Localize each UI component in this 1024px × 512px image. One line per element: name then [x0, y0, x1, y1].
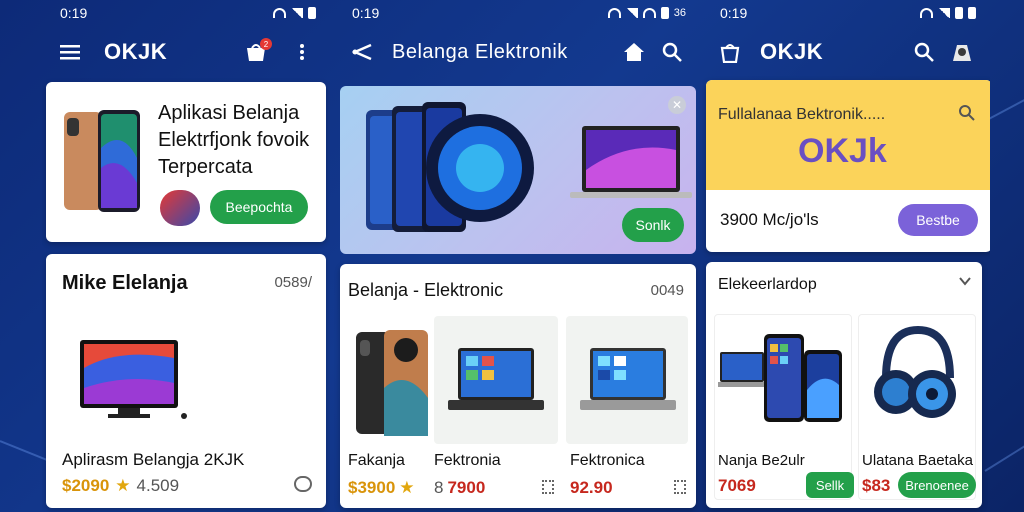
status-time: 0:19 [60, 5, 88, 21]
product-name: Aplirasm Belangja 2KJK [62, 450, 245, 469]
laptop-image [448, 348, 544, 410]
grid-icon[interactable] [542, 480, 554, 494]
signal-icon [938, 8, 950, 18]
banner-button[interactable]: Sonlk [622, 208, 684, 242]
notification-badge: 2 [260, 38, 272, 50]
promo-button[interactable]: Bestbe [898, 204, 978, 236]
search-banner-card: Fullalanaa Bektronik..... OKJk 3900 Mc/j… [706, 80, 990, 252]
app-bar: OKJK [702, 26, 990, 78]
status-icons [273, 7, 316, 19]
search-icon[interactable] [958, 104, 976, 127]
promo-text: 3900 Mc/jo'ls [720, 210, 819, 229]
phone-screen-3: 0:19 OKJK Fullalanaa Bektronik..... OKJk [702, 0, 990, 512]
product-section-card: Mike Elelanja 0589/ Aplirasm Belangja 2K… [46, 254, 326, 508]
phone-screen-2: 0:19 36 Belanga Elektronik ✕ Sonlk Belan… [334, 0, 700, 512]
search-icon[interactable] [658, 38, 686, 66]
rating-value: 8 [434, 478, 444, 497]
signal-icon [291, 8, 303, 18]
section-count: 0589/ [274, 274, 312, 291]
hero-card: Aplikasi Belanja Elektrfjonk fovoik Terp… [46, 82, 326, 242]
app-bar: OKJK 2 [42, 26, 330, 78]
old-price: 4.509 [136, 476, 180, 495]
promo-banner: ✕ Sonlk [340, 86, 696, 254]
devices-image [718, 334, 842, 422]
product-price-row: $3900 ★ [348, 478, 415, 498]
battery-icon [968, 7, 976, 19]
app-title: Belanga Elektronik [392, 40, 568, 63]
share-icon[interactable] [348, 38, 376, 66]
status-time: 0:19 [720, 5, 748, 21]
app-title: OKJK [104, 39, 168, 64]
wifi-icon [607, 8, 621, 18]
section-title: Belanja - Elektronic [348, 280, 504, 300]
product-price-row: 8 7900 [434, 478, 485, 498]
share-icon[interactable] [294, 476, 312, 492]
product-name: Fektronia [434, 452, 501, 469]
wifi-icon [642, 8, 656, 18]
status-bar: 0:19 [702, 0, 990, 26]
wifi-icon [273, 8, 286, 18]
product-price: 92.90 [570, 478, 613, 497]
product-name: Ulatana Baetaka [862, 452, 973, 469]
product-section-card: Belanja - Elektronic 0049 Fakanja $3900 … [340, 264, 696, 508]
menu-icon[interactable] [56, 38, 84, 66]
product-name: Fektronica [570, 452, 645, 469]
brand-logo-text: OKJk [798, 132, 887, 170]
app-title: OKJK [760, 39, 824, 64]
app-bar: Belanga Elektronik [334, 26, 700, 78]
background-line [984, 443, 1024, 472]
status-icons: 36 [607, 7, 686, 19]
search-placeholder[interactable]: Fullalanaa Bektronik..... [718, 106, 885, 124]
chevron-down-icon[interactable] [958, 274, 972, 293]
smartphone-image [356, 330, 428, 436]
status-right-text: 36 [673, 7, 686, 19]
battery-icon [955, 7, 963, 19]
status-icons [920, 7, 976, 19]
more-vert-icon[interactable] [288, 38, 316, 66]
product-name: Fakanja [348, 452, 405, 469]
phone-screen-1: 0:19 OKJK 2 Aplikasi Belanja Elektrfjonk… [42, 0, 330, 512]
wifi-icon [920, 8, 933, 18]
star-icon: ★ [399, 478, 415, 497]
laptop-image [580, 348, 676, 410]
buy-button[interactable]: Sellk [806, 472, 854, 498]
status-bar: 0:19 36 [334, 0, 700, 26]
product-price: 7069 [718, 476, 756, 495]
star-icon: ★ [115, 476, 131, 495]
shopping-bag-icon[interactable] [716, 38, 744, 66]
section-title: Elekeerlardop [718, 276, 817, 293]
product-price-row: $2090 ★ 4.509 [62, 476, 179, 496]
headphones-image [874, 325, 956, 418]
product-name: Nanja Be2ulr [718, 452, 805, 469]
battery-icon [308, 7, 316, 19]
section-count: 0049 [650, 282, 684, 299]
product-price: $3900 [348, 478, 396, 497]
smartphone-image [64, 110, 140, 212]
home-icon[interactable] [620, 38, 648, 66]
app-logo-icon [160, 190, 200, 226]
product-section-card: Elekeerlardop Nanja Be2ulr 7069 Sellk Ul… [706, 262, 982, 508]
section-title: Mike Elelanja [62, 272, 188, 294]
signal-icon [625, 8, 638, 18]
background-line [984, 96, 1024, 122]
buy-button[interactable]: Brenoenee [898, 472, 976, 498]
battery-icon [660, 7, 669, 19]
profile-icon[interactable] [948, 38, 976, 66]
monitor-image [80, 340, 187, 419]
hero-title: Aplikasi Belanja Elektrfjonk fovoik Terp… [158, 102, 310, 178]
product-price: $2090 [62, 476, 110, 495]
search-banner: Fullalanaa Bektronik..... OKJk [706, 80, 990, 190]
product-price: $83 [862, 476, 891, 495]
grid-icon[interactable] [674, 480, 686, 494]
close-icon[interactable]: ✕ [668, 96, 686, 114]
search-icon[interactable] [910, 38, 938, 66]
status-bar: 0:19 [42, 0, 330, 26]
product-price: 7900 [447, 478, 486, 497]
hero-button[interactable]: Beepochta [210, 190, 308, 224]
cart-icon[interactable]: 2 [242, 38, 272, 66]
status-time: 0:19 [352, 5, 380, 21]
